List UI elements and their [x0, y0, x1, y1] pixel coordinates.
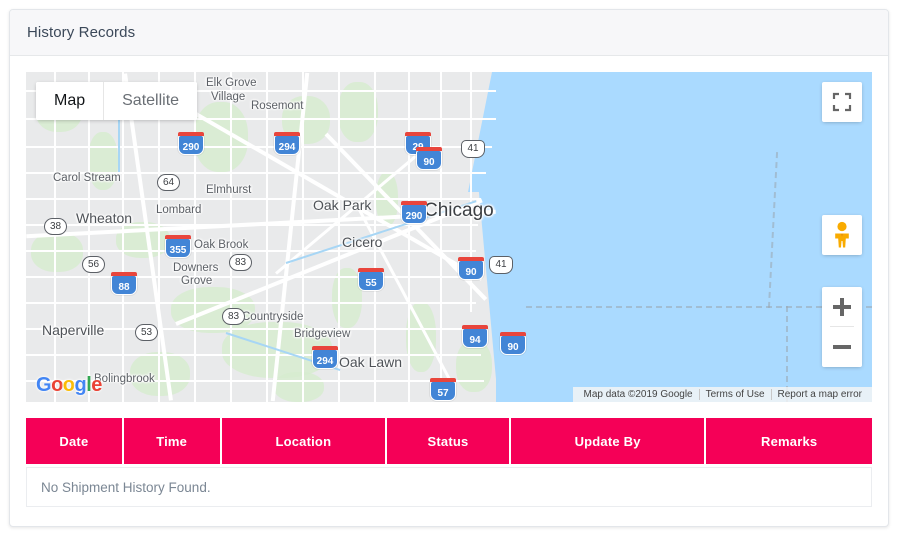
highway-shield-38: 38 [44, 218, 67, 235]
google-logo-letter: g [74, 374, 87, 396]
road [440, 72, 442, 392]
table-header-location[interactable]: Location [221, 418, 386, 464]
table-empty-row: No Shipment History Found. [26, 467, 872, 507]
fullscreen-button[interactable] [822, 82, 862, 122]
google-logo: Google [36, 374, 102, 397]
highway-shield-56: 56 [82, 256, 105, 273]
card-header: History Records [10, 10, 888, 56]
map-label-village: Village [211, 91, 246, 103]
street-view-pegman-button[interactable] [822, 215, 862, 255]
map-label-rosemont: Rosemont [251, 100, 304, 112]
highway-shield-90: 90 [458, 257, 484, 280]
road [88, 72, 90, 402]
map-label-wheaton: Wheaton [76, 210, 133, 226]
highway-shield-64: 64 [157, 174, 180, 191]
table-header-row: Date Time Location Status Update By Remarks [26, 418, 872, 464]
map-label-oak-lawn: Oak Lawn [339, 354, 403, 370]
road [194, 72, 196, 402]
map-label-elk-grove: Elk Grove [206, 77, 257, 89]
table-header-status[interactable]: Status [387, 418, 509, 464]
google-logo-letter: e [91, 374, 102, 396]
minus-icon [833, 338, 851, 356]
table-header-time[interactable]: Time [123, 418, 220, 464]
map-type-map-button[interactable]: Map [36, 82, 104, 120]
card-body: Elk Grove Village Rosemont Carol Stream Elmh… [10, 56, 888, 507]
road [54, 72, 56, 402]
highway-shield-88: 88 [111, 272, 137, 295]
highway-shield-90: 90 [416, 147, 442, 170]
highway-shield-290: 290 [401, 201, 427, 224]
map-label-cicero: Cicero [342, 234, 383, 250]
report-map-error-link[interactable]: Report a map error [772, 389, 868, 400]
history-records-card: History Records Elk Grove Village Rosemo… [9, 9, 889, 527]
highway-shield-94: 94 [462, 325, 488, 348]
road [26, 276, 474, 278]
highway-shield-57: 57 [430, 378, 456, 401]
state-boundary-line [526, 306, 872, 308]
google-logo-letter: o [62, 374, 75, 396]
map-label-oak-park: Oak Park [313, 197, 372, 213]
pegman-icon [835, 221, 849, 248]
map-label-bolingbrook: Bolingbrook [94, 373, 155, 385]
google-logo-letter: G [36, 374, 52, 396]
park-area [274, 372, 324, 402]
plus-icon [833, 298, 851, 316]
map-data-attribution: Map data ©2019 Google [583, 389, 693, 400]
map-label-downers: Downers [173, 262, 219, 274]
road [158, 72, 160, 402]
highway-shield-83: 83 [222, 308, 245, 325]
water-lake-michigan [496, 72, 872, 402]
park-area [31, 232, 83, 272]
highway-shield-55: 55 [358, 268, 384, 291]
highway-shield-41: 41 [489, 256, 513, 274]
highway-shield-90: 90 [500, 332, 526, 355]
highway-shield-355: 355 [165, 235, 191, 258]
table-header-date[interactable]: Date [26, 418, 122, 464]
highway-shield-290: 290 [178, 132, 204, 155]
map-label-naperville: Naperville [42, 322, 105, 338]
map-label-chicago: Chicago [424, 200, 494, 221]
zoom-in-button[interactable] [822, 287, 862, 327]
road [122, 72, 124, 402]
road [26, 354, 481, 356]
map-label-lombard: Lombard [156, 204, 202, 216]
road [266, 72, 268, 402]
fullscreen-icon [832, 92, 852, 112]
park-area [406, 302, 436, 372]
highway-shield-83: 83 [229, 254, 252, 271]
road [230, 72, 232, 402]
map-label-countryside: Countryside [242, 311, 304, 323]
river [118, 112, 120, 172]
map-label-elmhurst: Elmhurst [206, 184, 252, 196]
map-label-oak-brook: Oak Brook [194, 239, 249, 251]
map-canvas[interactable]: Elk Grove Village Rosemont Carol Stream Elmh… [26, 72, 872, 402]
highway-shield-41: 41 [461, 140, 485, 158]
road [26, 198, 481, 200]
table-header-remarks[interactable]: Remarks [706, 418, 872, 464]
map-label-grove: Grove [181, 275, 213, 287]
map-attribution-bar: Map data ©2019 Google Terms of Use Repor… [573, 387, 872, 402]
map-type-control[interactable]: Map Satellite [36, 82, 198, 120]
zoom-out-button[interactable] [822, 327, 862, 367]
zoom-control[interactable] [822, 287, 862, 367]
map-type-satellite-button[interactable]: Satellite [103, 82, 198, 120]
highway-shield-53: 53 [135, 324, 158, 341]
page-title: History Records [27, 24, 136, 41]
map-label-carol-stream: Carol Stream [53, 172, 121, 184]
road [338, 72, 340, 402]
terms-of-use-link[interactable]: Terms of Use [700, 389, 771, 400]
map-label-bridgeview: Bridgeview [294, 328, 351, 340]
history-table: Date Time Location Status Update By Remarks N… [26, 418, 872, 507]
google-map[interactable]: Elk Grove Village Rosemont Carol Stream Elmh… [26, 72, 872, 402]
google-logo-letter: o [51, 374, 63, 396]
highway-shield-294: 294 [312, 346, 338, 369]
table-header-update-by[interactable]: Update By [510, 418, 705, 464]
empty-message: No Shipment History Found. [41, 479, 211, 495]
highway-shield-294: 294 [274, 132, 300, 155]
